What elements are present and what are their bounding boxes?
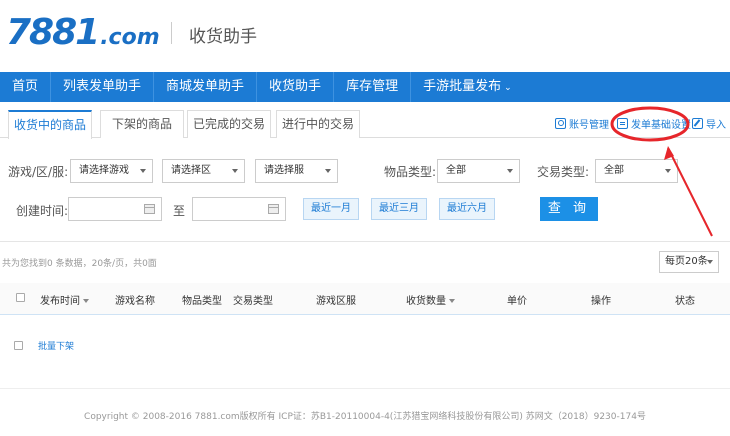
sort-down-icon xyxy=(83,299,89,303)
account-manage-link[interactable]: 账号管理 xyxy=(555,116,609,131)
column-header-item-type: 物品类型 xyxy=(182,296,222,307)
import-link[interactable]: 导入 xyxy=(692,116,726,131)
start-date-input[interactable] xyxy=(68,197,162,221)
page-size-select[interactable]: 每页20条 xyxy=(659,251,719,273)
column-header-unit-price: 单价 xyxy=(507,296,527,307)
nav-item-label: 手游批量发布 xyxy=(423,79,502,94)
tab-receiving-items[interactable]: 收货中的商品 xyxy=(8,110,92,139)
nav-item-mobile-batch-publish[interactable]: 手游批量发布 ⌄ xyxy=(411,72,524,102)
account-manage-label: 账号管理 xyxy=(569,120,609,131)
nav-item-receiving-assistant[interactable]: 收货助手 xyxy=(257,72,335,102)
site-logo[interactable]: 7881 .com xyxy=(6,12,160,53)
calendar-icon[interactable] xyxy=(144,204,155,214)
column-label: 收货数量 xyxy=(406,296,446,307)
nav-item-label: 商城发单助手 xyxy=(166,79,245,94)
nav-item-label: 列表发单助手 xyxy=(63,79,142,94)
column-header-receive-quantity[interactable]: 收货数量 xyxy=(406,292,455,307)
table-header: 发布时间 游戏名称 物品类型 交易类型 游戏区服 收货数量 单价 操作 状态 xyxy=(0,283,730,315)
nav-item-home[interactable]: 首页 xyxy=(0,72,52,102)
chevron-down-icon xyxy=(140,169,146,173)
edit-icon xyxy=(692,118,703,129)
logo-domain: .com xyxy=(100,25,160,50)
column-header-game-name: 游戏名称 xyxy=(115,296,155,307)
last-three-months-button[interactable]: 最近三月 xyxy=(371,198,427,220)
game-select-value: 请选择游戏 xyxy=(79,165,129,176)
tab-label: 已完成的交易 xyxy=(192,117,265,131)
created-time-label: 创建时间: xyxy=(16,204,69,218)
clipboard-icon xyxy=(617,118,628,129)
nav-item-label: 首页 xyxy=(12,79,39,94)
tab-label: 收货中的商品 xyxy=(13,118,86,132)
tab-completed-trades[interactable]: 已完成的交易 xyxy=(187,110,271,138)
calendar-icon[interactable] xyxy=(268,204,279,214)
column-header-publish-time[interactable]: 发布时间 xyxy=(40,292,89,307)
search-button[interactable]: 查 询 xyxy=(540,197,598,221)
chevron-down-icon xyxy=(325,169,331,173)
trade-type-label: 交易类型: xyxy=(537,165,590,179)
nav-item-list-order-assistant[interactable]: 列表发单助手 xyxy=(51,72,155,102)
item-type-label: 物品类型: xyxy=(384,165,437,179)
page-title: 收货助手 xyxy=(189,27,257,47)
tab-ongoing-trades[interactable]: 进行中的交易 xyxy=(276,110,360,138)
tab-label: 下架的商品 xyxy=(111,117,172,131)
column-header-status: 状态 xyxy=(675,296,695,307)
game-select[interactable]: 请选择游戏 xyxy=(70,159,153,183)
server-select[interactable]: 请选择服 xyxy=(255,159,338,183)
batch-select-checkbox[interactable] xyxy=(14,341,23,350)
import-label: 导入 xyxy=(706,120,726,131)
nav-item-inventory[interactable]: 库存管理 xyxy=(334,72,412,102)
nav-item-mall-order-assistant[interactable]: 商城发单助手 xyxy=(154,72,258,102)
column-header-trade-type: 交易类型 xyxy=(233,296,273,307)
game-server-label: 游戏/区/服: xyxy=(8,165,69,179)
nav-item-label: 库存管理 xyxy=(346,79,399,94)
last-month-button[interactable]: 最近一月 xyxy=(303,198,359,220)
page-footer: Copyright © 2008-2016 7881.com版权所有 ICP证：… xyxy=(0,388,730,436)
column-header-action: 操作 xyxy=(591,296,611,307)
main-nav: 首页 列表发单助手 商城发单助手 收货助手 库存管理 手游批量发布 ⌄ xyxy=(0,72,730,102)
area-select[interactable]: 请选择区 xyxy=(162,159,245,183)
last-six-months-button[interactable]: 最近六月 xyxy=(439,198,495,220)
trade-type-value: 全部 xyxy=(604,165,624,176)
chevron-down-icon xyxy=(232,169,238,173)
tab-label: 进行中的交易 xyxy=(281,117,354,131)
order-base-settings-label: 发单基础设置 xyxy=(631,120,691,131)
area-select-value: 请选择区 xyxy=(171,165,211,176)
item-type-value: 全部 xyxy=(446,165,466,176)
chevron-down-icon xyxy=(707,260,713,264)
sort-down-icon xyxy=(449,299,455,303)
logo-number: 7881 xyxy=(6,12,100,53)
tab-delisted-items[interactable]: 下架的商品 xyxy=(100,110,184,138)
header-divider xyxy=(171,22,172,44)
chevron-down-icon xyxy=(665,169,671,173)
chevron-down-icon xyxy=(507,169,513,173)
nav-item-label: 收货助手 xyxy=(269,79,322,94)
column-header-game-server: 游戏区服 xyxy=(316,296,356,307)
end-date-input[interactable] xyxy=(192,197,286,221)
chevron-down-icon: ⌄ xyxy=(504,83,512,93)
copyright-text: Copyright © 2008-2016 7881.com版权所有 ICP证：… xyxy=(84,412,646,422)
column-label: 发布时间 xyxy=(40,296,80,307)
divider xyxy=(0,241,730,242)
trade-type-select[interactable]: 全部 xyxy=(595,159,678,183)
batch-delist-link[interactable]: 批量下架 xyxy=(38,339,74,352)
results-summary: 共为您找到0 条数据，20条/页，共0面 xyxy=(2,259,157,269)
page-header: 7881 .com 收货助手 xyxy=(0,0,730,70)
annotation-arrow-head xyxy=(664,146,674,160)
order-base-settings-link[interactable]: 发单基础设置 xyxy=(617,116,691,131)
item-type-select[interactable]: 全部 xyxy=(437,159,520,183)
select-all-checkbox[interactable] xyxy=(16,293,25,302)
server-select-value: 请选择服 xyxy=(264,165,304,176)
user-card-icon xyxy=(555,118,566,129)
page-size-value: 每页20条 xyxy=(665,256,708,267)
to-label: 至 xyxy=(173,204,186,218)
